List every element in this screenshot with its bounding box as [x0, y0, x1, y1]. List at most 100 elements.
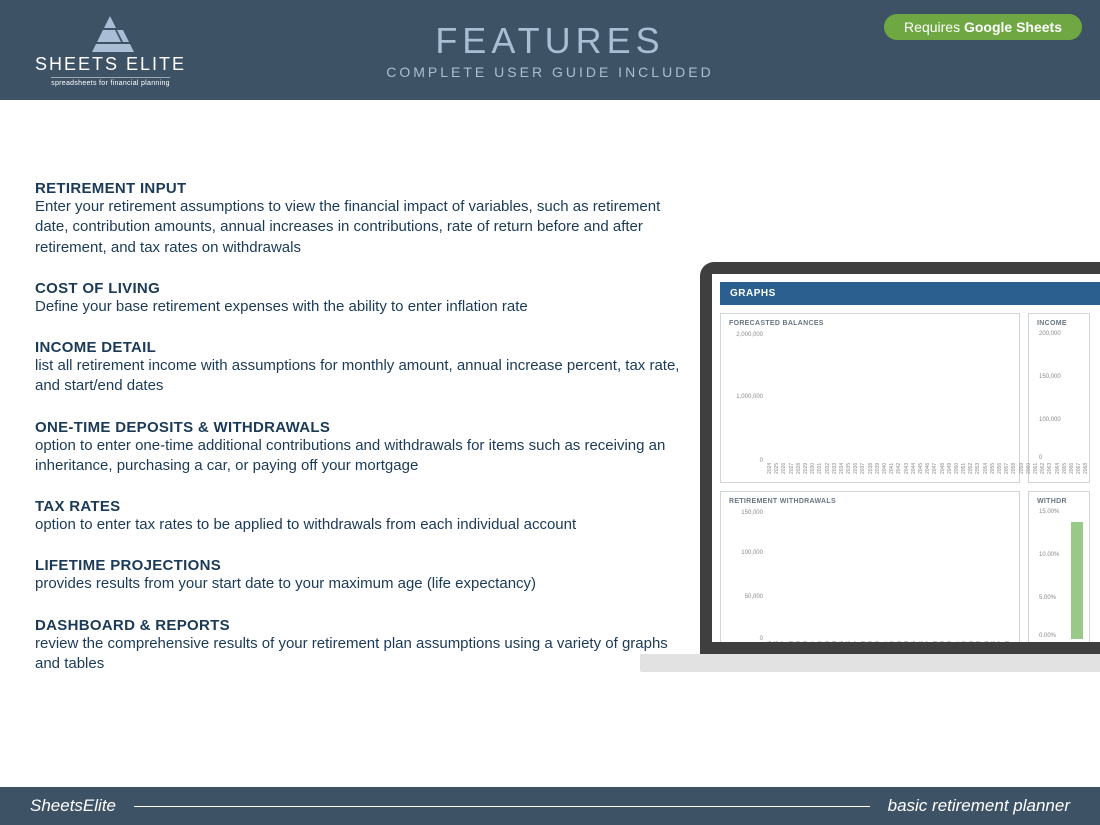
- x-tick: 2054: [983, 463, 989, 481]
- x-tick: 2047: [932, 463, 938, 481]
- x-tick: 2030: [810, 463, 816, 481]
- feature-title: INCOME DETAIL: [35, 339, 680, 356]
- x-tick: 2042: [896, 463, 902, 481]
- screen-content: GRAPHS FORECASTED BALANCES 2,000,0001,00…: [712, 274, 1100, 642]
- chart-title: RETIREMENT WITHDRAWALS: [729, 498, 1011, 505]
- graphs-header: GRAPHS: [720, 282, 1100, 305]
- x-tick: 2045: [918, 463, 924, 481]
- feature-title: LIFETIME PROJECTIONS: [35, 557, 680, 574]
- x-tick: 2060: [1026, 463, 1032, 481]
- x-tick: 2044: [911, 463, 917, 481]
- feature-title: DASHBOARD & REPORTS: [35, 617, 680, 634]
- x-tick: 2040: [803, 641, 809, 642]
- badge-product: Google Sheets: [964, 19, 1062, 35]
- x-tick: 2042: [818, 641, 824, 642]
- laptop-mockup: GRAPHS FORECASTED BALANCES 2,000,0001,00…: [700, 262, 1100, 672]
- x-tick: 2060: [947, 641, 953, 642]
- laptop-screen: GRAPHS FORECASTED BALANCES 2,000,0001,00…: [700, 262, 1100, 654]
- x-tick: 2037: [781, 641, 787, 642]
- feature-item: COST OF LIVINGDefine your base retiremen…: [35, 280, 680, 317]
- x-tick: 2062: [962, 641, 968, 642]
- x-tick: 2063: [969, 641, 975, 642]
- x-tick: 2039: [875, 463, 881, 481]
- x-tick: 2043: [825, 641, 831, 642]
- x-tick: 2052: [968, 463, 974, 481]
- badge-prefix: Requires: [904, 19, 964, 35]
- feature-item: DASHBOARD & REPORTSreview the comprehens…: [35, 617, 680, 675]
- x-tick: 2066: [1069, 463, 1075, 481]
- x-tick: 2067: [1076, 463, 1082, 481]
- logo-icon: [86, 14, 136, 52]
- x-tick: 2061: [1033, 463, 1039, 481]
- x-tick: 2051: [883, 641, 889, 642]
- x-tick: 2045: [839, 641, 845, 642]
- chart-x-labels: 2024202520262027202820292030203120322033…: [729, 463, 1011, 481]
- chart-area: 2,000,0001,000,0000: [729, 331, 1011, 461]
- feature-title: RETIREMENT INPUT: [35, 180, 680, 197]
- laptop-base: [640, 654, 1100, 672]
- x-tick: 2043: [904, 463, 910, 481]
- footer-divider: [134, 806, 870, 807]
- feature-desc: list all retirement income with assumpti…: [35, 356, 680, 397]
- x-tick: 2055: [990, 463, 996, 481]
- feature-desc: review the comprehensive results of your…: [35, 634, 680, 675]
- x-tick: 2065: [984, 641, 990, 642]
- x-tick: 2054: [904, 641, 910, 642]
- x-tick: 2040: [882, 463, 888, 481]
- chart-title: WITHDR: [1037, 498, 1081, 505]
- feature-item: TAX RATESoption to enter tax rates to be…: [35, 498, 680, 535]
- x-tick: 2028: [796, 463, 802, 481]
- feature-title: TAX RATES: [35, 498, 680, 515]
- chart-income-partial: INCOME 200,000 150,000 100,000 0: [1028, 313, 1090, 483]
- x-tick: 2062: [1040, 463, 1046, 481]
- x-tick: 2068: [1083, 463, 1089, 481]
- header: SHEETS ELITE spreadsheets for financial …: [0, 0, 1100, 100]
- x-tick: 2057: [926, 641, 932, 642]
- x-tick: 2056: [997, 463, 1003, 481]
- x-tick: 2058: [933, 641, 939, 642]
- chart-withdrawal-partial: WITHDR 15.00% 10.00% 5.00% 0.00%: [1028, 491, 1090, 642]
- x-tick: 2056: [919, 641, 925, 642]
- logo-text: SHEETS ELITE: [35, 54, 186, 75]
- x-tick: 2044: [832, 641, 838, 642]
- x-tick: 2061: [955, 641, 961, 642]
- chart-title: INCOME: [1037, 320, 1081, 327]
- x-tick: 2046: [925, 463, 931, 481]
- chart-title: FORECASTED BALANCES: [729, 320, 1011, 327]
- x-tick: 2032: [825, 463, 831, 481]
- x-tick: 2050: [875, 641, 881, 642]
- x-tick: 2049: [868, 641, 874, 642]
- x-tick: 2051: [961, 463, 967, 481]
- x-tick: 2046: [846, 641, 852, 642]
- chart-grid: FORECASTED BALANCES 2,000,0001,000,0000 …: [720, 305, 1100, 642]
- chart-area: 150,000100,00050,0000: [729, 509, 1011, 639]
- feature-desc: Enter your retirement assumptions to vie…: [35, 197, 680, 258]
- chart-x-labels: 2035203620372038203920402041204220432044…: [729, 641, 1011, 642]
- x-tick: 2035: [767, 641, 773, 642]
- feature-item: LIFETIME PROJECTIONSprovides results fro…: [35, 557, 680, 594]
- x-tick: 2039: [796, 641, 802, 642]
- feature-desc: option to enter one-time additional cont…: [35, 436, 680, 477]
- x-tick: 2035: [846, 463, 852, 481]
- x-tick: 2052: [890, 641, 896, 642]
- logo: SHEETS ELITE spreadsheets for financial …: [35, 14, 186, 87]
- x-tick: 2027: [789, 463, 795, 481]
- x-tick: 2059: [1019, 463, 1025, 481]
- x-tick: 2031: [817, 463, 823, 481]
- chart-retirement-withdrawals: RETIREMENT WITHDRAWALS 150,000100,00050,…: [720, 491, 1020, 642]
- x-tick: 2053: [975, 463, 981, 481]
- x-tick: 2050: [954, 463, 960, 481]
- features-list: RETIREMENT INPUTEnter your retirement as…: [35, 180, 680, 696]
- x-tick: 2064: [1055, 463, 1061, 481]
- x-tick: 2033: [832, 463, 838, 481]
- x-tick: 2029: [803, 463, 809, 481]
- feature-desc: option to enter tax rates to be applied …: [35, 515, 680, 535]
- x-tick: 2041: [810, 641, 816, 642]
- feature-item: ONE-TIME DEPOSITS & WITHDRAWALSoption to…: [35, 419, 680, 477]
- x-tick: 2059: [940, 641, 946, 642]
- page-title: FEATURES: [386, 20, 713, 62]
- x-tick: 2064: [976, 641, 982, 642]
- x-tick: 2034: [839, 463, 845, 481]
- x-tick: 2049: [947, 463, 953, 481]
- feature-desc: provides results from your start date to…: [35, 574, 680, 594]
